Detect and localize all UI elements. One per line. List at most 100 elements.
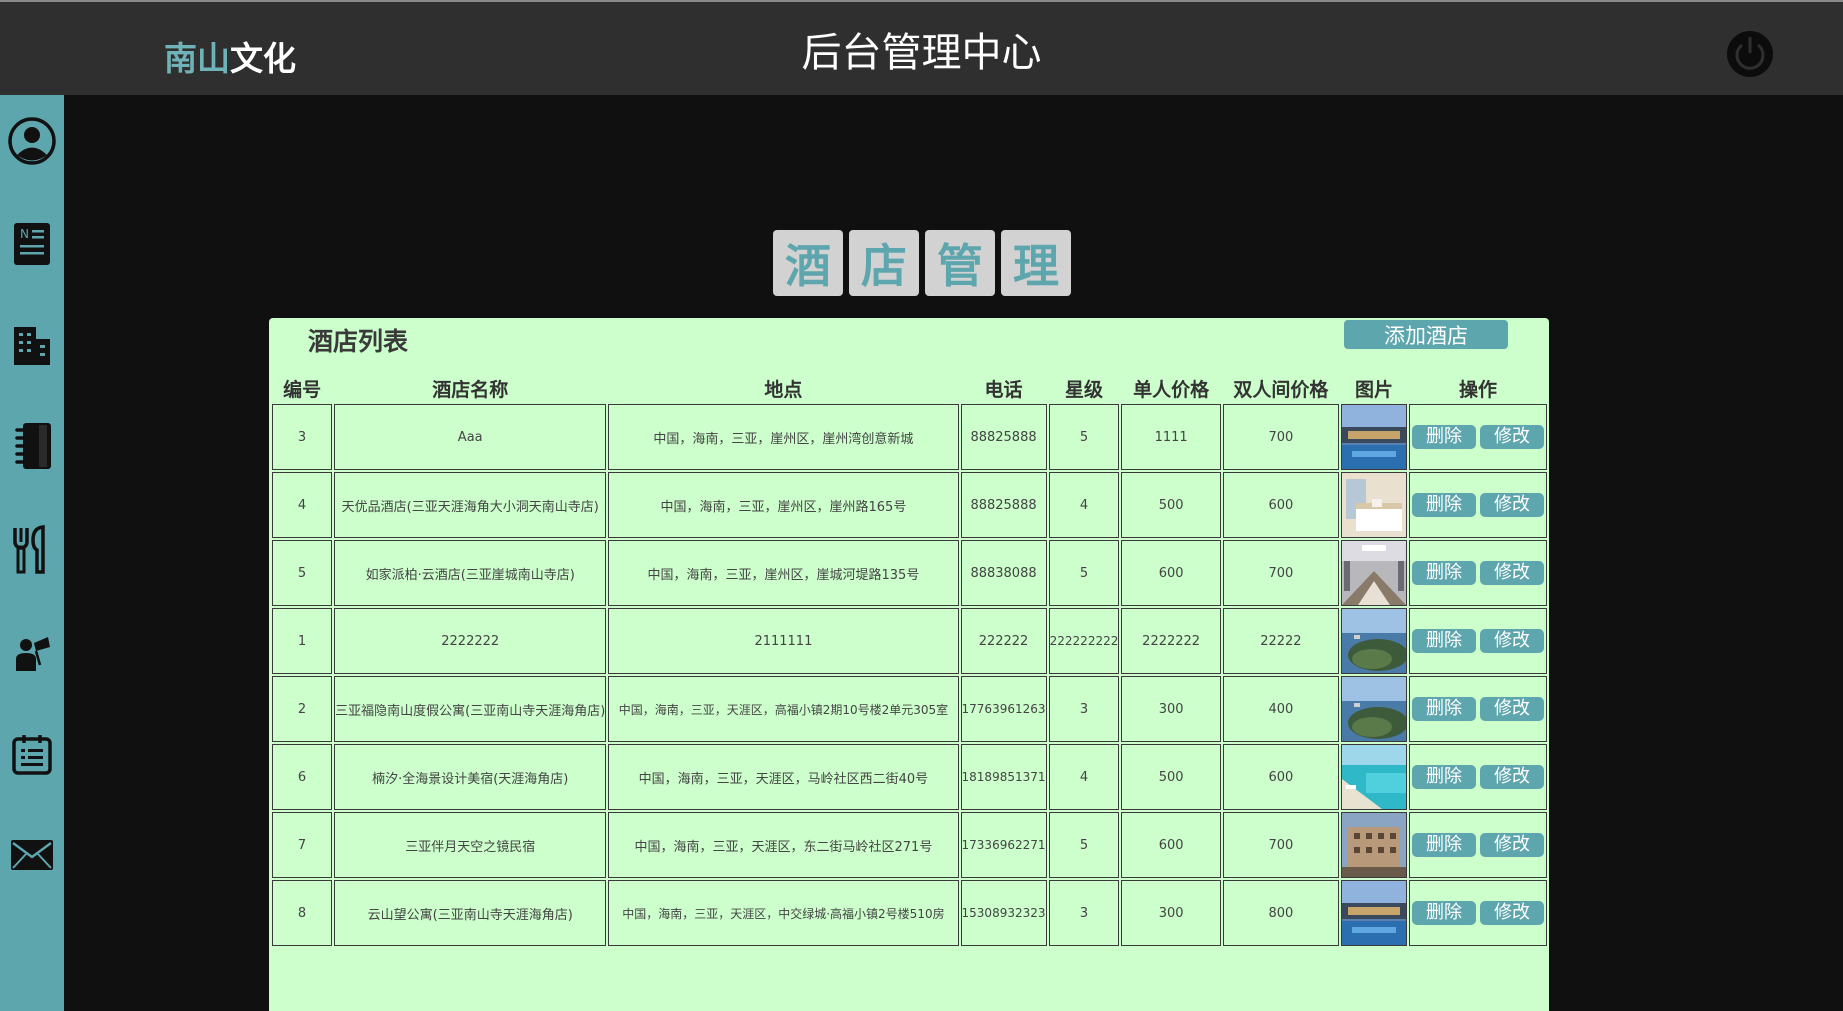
- table-row: 7 三亚伴月天空之镜民宿 中国，海南，三亚，天涯区，东二街马岭社区271号 17336…: [272, 812, 1547, 878]
- hotel-id-cell: 4: [272, 472, 333, 538]
- table-header-row: 编号 酒店名称 地点 电话 星级 单人价格 双人间价格 图片 操作: [272, 375, 1547, 402]
- hotel-name-cell: 云山望公寓(三亚南山寺天涯海角店): [334, 880, 607, 946]
- hotel-stars-cell: 5: [1048, 540, 1120, 606]
- page-title: 后台管理中心: [801, 30, 1042, 76]
- hotel-stars-cell: 3: [1048, 880, 1120, 946]
- actions-cell: 删除 修改: [1408, 540, 1547, 606]
- logout-button[interactable]: [1727, 31, 1773, 77]
- edit-button[interactable]: 修改: [1479, 493, 1544, 517]
- hotel-photo: [1341, 677, 1406, 741]
- double-price-cell: 22222: [1222, 608, 1339, 674]
- hotel-phone-cell: 88825888: [960, 472, 1047, 538]
- sidebar-item-messages[interactable]: [0, 720, 64, 790]
- hotel-stars-cell: 5: [1048, 812, 1120, 878]
- sidebar-item-news[interactable]: N: [0, 209, 64, 279]
- hotel-location-cell: 中国，海南，三亚，崖州区，崖州路165号: [608, 472, 959, 538]
- hotel-name-cell: Aaa: [334, 404, 607, 470]
- double-price-cell: 600: [1222, 472, 1339, 538]
- guide-icon: [16, 637, 50, 671]
- hotel-location-cell: 中国，海南，三亚，天涯区，东二街马岭社区271号: [608, 812, 959, 878]
- sidebar-item-hotels[interactable]: [0, 310, 64, 380]
- hotel-image-cell: [1340, 676, 1407, 742]
- hotel-id-cell: 8: [272, 880, 333, 946]
- hotel-location-cell: 中国，海南，三亚，天涯区，马岭社区西二街40号: [608, 744, 959, 810]
- column-header-double-price: 双人间价格: [1233, 379, 1329, 401]
- delete-button[interactable]: 删除: [1411, 493, 1476, 517]
- notebook-icon: [15, 423, 51, 469]
- single-price-cell: 600: [1121, 540, 1221, 606]
- hotel-id-cell: 5: [272, 540, 333, 606]
- hotel-image-cell: [1340, 744, 1407, 810]
- delete-button[interactable]: 删除: [1411, 425, 1476, 449]
- hotel-id-cell: 3: [272, 404, 333, 470]
- add-hotel-button[interactable]: 添加酒店: [1344, 320, 1508, 349]
- delete-button[interactable]: 删除: [1411, 561, 1476, 585]
- hotel-table: 编号 酒店名称 地点 电话 星级 单人价格 双人间价格 图片 操作 3 Aaa 中国，海南，三亚，崖…: [270, 373, 1549, 948]
- delete-button[interactable]: 删除: [1411, 697, 1476, 721]
- message-board-icon: [12, 735, 52, 775]
- column-header-image: 图片: [1354, 379, 1393, 401]
- actions-cell: 删除 修改: [1408, 880, 1547, 946]
- column-header-name: 酒店名称: [432, 379, 509, 401]
- double-price-cell: 800: [1222, 880, 1339, 946]
- column-header-phone: 电话: [984, 379, 1023, 401]
- hotel-location-cell: 2111111: [608, 608, 959, 674]
- edit-button[interactable]: 修改: [1479, 561, 1544, 585]
- edit-button[interactable]: 修改: [1479, 425, 1544, 449]
- double-price-cell: 700: [1222, 404, 1339, 470]
- column-header-stars: 星级: [1064, 379, 1103, 401]
- hotel-name-cell: 如家派柏·云酒店(三亚崖城南山寺店): [334, 540, 607, 606]
- single-price-cell: 300: [1121, 676, 1221, 742]
- hotel-image-cell: [1340, 812, 1407, 878]
- single-price-cell: 2222222: [1121, 608, 1221, 674]
- delete-button[interactable]: 删除: [1411, 629, 1476, 653]
- edit-button[interactable]: 修改: [1479, 697, 1544, 721]
- actions-cell: 删除 修改: [1408, 744, 1547, 810]
- hotel-photo: [1341, 541, 1406, 605]
- hotel-phone-cell: 18189851371: [960, 744, 1047, 810]
- hotel-location-cell: 中国，海南，三亚，天涯区，高福小镇2期10号楼2单元305室: [608, 676, 959, 742]
- user-circle-icon: [8, 117, 56, 165]
- single-price-cell: 1111: [1121, 404, 1221, 470]
- building-icon: [14, 327, 50, 365]
- delete-button[interactable]: 删除: [1411, 833, 1476, 857]
- hotel-photo: [1341, 813, 1406, 877]
- edit-button[interactable]: 修改: [1479, 901, 1544, 925]
- hotel-name-cell: 楠汐·全海景设计美宿(天涯海角店): [334, 744, 607, 810]
- hotel-stars-cell: 4: [1048, 472, 1120, 538]
- sidebar-item-guide[interactable]: [0, 618, 64, 688]
- table-row: 5 如家派柏·云酒店(三亚崖城南山寺店) 中国，海南，三亚，崖州区，崖城河堤路135…: [272, 540, 1547, 606]
- table-row: 4 天优品酒店(三亚天涯海角大小洞天南山寺店) 中国，海南，三亚，崖州区，崖州路16…: [272, 472, 1547, 538]
- hotel-name-cell: 三亚伴月天空之镜民宿: [334, 812, 607, 878]
- edit-button[interactable]: 修改: [1479, 629, 1544, 653]
- sidebar-item-profile[interactable]: [0, 106, 64, 176]
- table-row: 8 云山望公寓(三亚南山寺天涯海角店) 中国，海南，三亚，天涯区，中交绿城·高福小镇…: [272, 880, 1547, 946]
- hotel-location-cell: 中国，海南，三亚，天涯区，中交绿城·高福小镇2号楼510房: [608, 880, 959, 946]
- hotel-id-cell: 7: [272, 812, 333, 878]
- delete-button[interactable]: 删除: [1411, 765, 1476, 789]
- sidebar-item-mail[interactable]: [0, 820, 64, 890]
- restaurant-icon: [13, 525, 45, 574]
- sidebar-item-notebook[interactable]: [0, 411, 64, 481]
- hotel-stars-cell: 3: [1048, 676, 1120, 742]
- hotel-photo: [1341, 473, 1406, 537]
- hotel-stars-cell: 5: [1048, 404, 1120, 470]
- table-row: 6 楠汐·全海景设计美宿(天涯海角店) 中国，海南，三亚，天涯区，马岭社区西二街40…: [272, 744, 1547, 810]
- single-price-cell: 500: [1121, 472, 1221, 538]
- heading-tile: 店: [849, 230, 919, 296]
- delete-button[interactable]: 删除: [1411, 901, 1476, 925]
- double-price-cell: 600: [1222, 744, 1339, 810]
- column-header-single-price: 单人价格: [1133, 379, 1210, 401]
- column-header-location: 地点: [764, 379, 803, 401]
- panel-title: 酒店列表: [308, 327, 409, 356]
- edit-button[interactable]: 修改: [1479, 833, 1544, 857]
- hotel-name-cell: 天优品酒店(三亚天涯海角大小洞天南山寺店): [334, 472, 607, 538]
- hotel-id-cell: 6: [272, 744, 333, 810]
- edit-button[interactable]: 修改: [1479, 765, 1544, 789]
- svg-text:N: N: [20, 227, 29, 241]
- hotel-list-panel: 酒店列表 添加酒店 编号 酒店名称 地点 电话 星级 单人价格 双人间价格 图片 操作 3 Aaa…: [269, 318, 1549, 1011]
- column-header-actions: 操作: [1458, 379, 1497, 401]
- actions-cell: 删除 修改: [1408, 404, 1547, 470]
- heading-tile: 管: [925, 230, 995, 296]
- sidebar-item-food[interactable]: [0, 515, 64, 585]
